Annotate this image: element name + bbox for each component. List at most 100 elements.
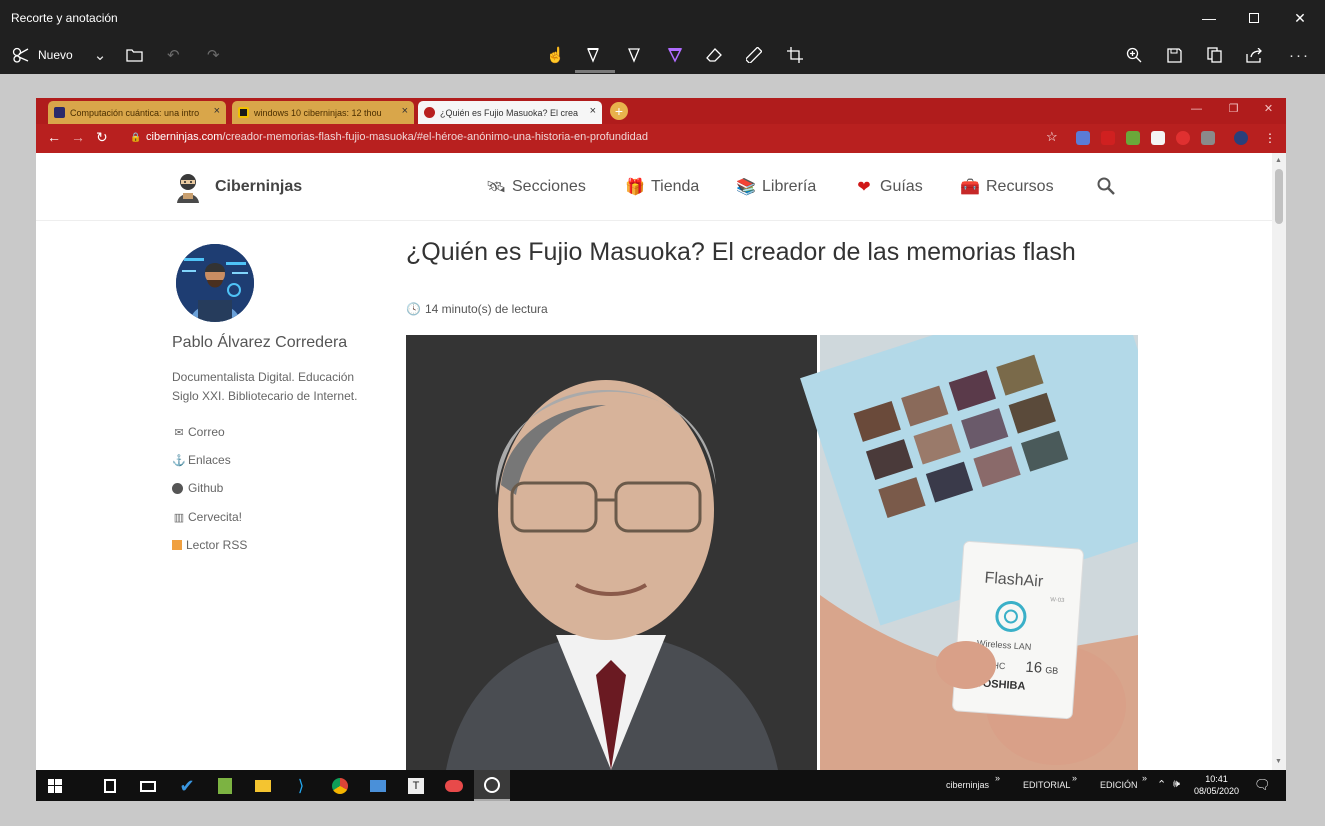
new-tab-button[interactable]: + — [610, 102, 628, 120]
undo-icon: ↶ — [167, 47, 180, 64]
browser-tab[interactable]: Computación cuántica: una intro × — [48, 101, 226, 124]
taskbar-clock[interactable]: 10:41 08/05/2020 — [1194, 773, 1239, 797]
taskbar-app-chrome[interactable] — [328, 774, 352, 798]
undo-button[interactable]: ↶ — [167, 36, 180, 74]
menu-libreria[interactable]: 📚 Librería — [736, 177, 816, 197]
browser-tab[interactable]: windows 10 ciberninjas: 12 thou × — [232, 101, 414, 124]
heart-icon: ❤ — [857, 179, 871, 196]
show-hidden-icons-icon[interactable]: ⌃ — [1157, 778, 1166, 791]
touch-writing-button[interactable]: ☝ — [546, 36, 565, 74]
chevron-right-icon[interactable]: » — [995, 773, 1000, 783]
zoom-button[interactable] — [1126, 36, 1142, 74]
new-snip-button[interactable]: Nuevo — [12, 36, 73, 74]
taskbar-app-paint[interactable] — [442, 774, 466, 798]
share-button[interactable] — [1246, 36, 1263, 74]
tab-close-icon[interactable]: × — [214, 105, 220, 117]
browser-close-button[interactable]: ✕ — [1251, 98, 1286, 120]
reload-icon[interactable]: ↻ — [96, 129, 108, 146]
maximize-button[interactable] — [1231, 0, 1277, 36]
link-github[interactable]: Github — [172, 481, 223, 495]
extension-icon[interactable] — [1151, 131, 1165, 145]
windows-logo-icon — [48, 779, 62, 793]
extension-icon[interactable] — [1176, 131, 1190, 145]
chevron-down-icon: ⌄ — [93, 47, 107, 64]
new-snip-dropdown[interactable]: ⌄ — [92, 36, 108, 74]
toolbox-icon: 🧰 — [960, 179, 980, 196]
link-enlaces[interactable]: ⚓ Enlaces — [172, 453, 231, 467]
menu-secciones[interactable]: 🛰 Secciones — [486, 177, 586, 197]
taskbar-app-vscode[interactable]: ⟩ — [289, 774, 313, 798]
menu-guias[interactable]: ❤ Guías — [854, 177, 922, 197]
taskbar-app-typora[interactable]: T — [404, 774, 428, 798]
start-button[interactable] — [43, 774, 67, 798]
menu-recursos[interactable]: 🧰 Recursos — [960, 177, 1054, 197]
forward-icon[interactable]: → — [71, 129, 85, 145]
copy-button[interactable] — [1207, 36, 1222, 74]
open-file-button[interactable] — [126, 36, 143, 74]
notifications-icon[interactable]: 🗨 — [1254, 777, 1271, 793]
tray-toolbar-ciberninjas[interactable]: ciberninjas — [946, 780, 989, 790]
link-label: Cervecita! — [188, 510, 243, 524]
link-cervecita[interactable]: ▥ Cervecita! — [172, 510, 242, 524]
extension-icon[interactable] — [1201, 131, 1215, 145]
scrollbar-thumb[interactable] — [1275, 169, 1283, 224]
eraser-button[interactable] — [706, 36, 722, 74]
minimize-button[interactable]: — — [1186, 0, 1232, 36]
read-time-label: 14 minuto(s) de lectura — [424, 302, 548, 316]
menu-label: Recursos — [986, 178, 1054, 195]
taskbar-app-snip-active[interactable] — [474, 770, 510, 801]
save-button[interactable] — [1167, 36, 1182, 74]
ninja-logo-icon[interactable] — [172, 171, 204, 203]
url-field[interactable]: ciberninjas.com/creador-memorias-flash-f… — [146, 131, 648, 143]
browser-menu-icon[interactable]: ⋮ — [1264, 131, 1276, 145]
ruler-button[interactable] — [746, 36, 762, 74]
pencil-icon — [628, 48, 640, 63]
highlighter-button[interactable] — [667, 36, 683, 74]
lock-icon: 🔒 — [130, 132, 142, 142]
tab-close-icon[interactable]: × — [590, 105, 596, 117]
menu-tienda[interactable]: 🎁 Tienda — [625, 177, 699, 197]
tab-strip: Computación cuántica: una intro × window… — [36, 98, 1286, 124]
back-icon[interactable]: ← — [47, 129, 61, 145]
new-snip-label: Nuevo — [38, 48, 73, 62]
link-rss[interactable]: Lector RSS — [172, 538, 247, 552]
extension-icon[interactable] — [1101, 131, 1115, 145]
extension-icon[interactable] — [1126, 131, 1140, 145]
scroll-up-icon[interactable]: ▲ — [1275, 157, 1282, 164]
typora-icon: T — [408, 778, 424, 794]
tray-toolbar-editorial[interactable]: EDITORIAL — [1023, 780, 1070, 790]
tray-toolbar-edicion[interactable]: EDICIÓN — [1100, 780, 1138, 790]
browser-restore-button[interactable]: ❐ — [1216, 98, 1251, 120]
ballpoint-pen-button[interactable] — [586, 36, 600, 74]
tab-close-icon[interactable]: × — [402, 105, 408, 117]
card-model-text: W-03 — [1050, 597, 1065, 604]
redo-button[interactable]: ↷ — [207, 36, 220, 74]
chevron-right-icon[interactable]: » — [1072, 773, 1077, 783]
notes-app-icon — [104, 779, 116, 793]
page-scrollbar[interactable]: ▲ ▼ — [1272, 153, 1286, 770]
volume-icon[interactable]: 🕪 — [1173, 778, 1180, 791]
maximize-icon — [1249, 13, 1259, 23]
taskbar-app-notes[interactable] — [98, 774, 122, 798]
url-path: /creador-memorias-flash-fujio-masuoka/#e… — [222, 131, 648, 143]
search-icon[interactable] — [1097, 177, 1115, 195]
taskbar-app-explorer[interactable] — [251, 774, 275, 798]
taskbar-app-mail[interactable] — [366, 774, 390, 798]
close-button[interactable]: ✕ — [1277, 0, 1323, 36]
scroll-down-icon[interactable]: ▼ — [1275, 758, 1282, 765]
taskbar-app-editor[interactable] — [213, 774, 237, 798]
bookmark-star-icon[interactable]: ☆ — [1046, 129, 1058, 145]
browser-minimize-button[interactable]: — — [1179, 98, 1214, 120]
chevron-right-icon[interactable]: » — [1142, 773, 1147, 783]
link-correo[interactable]: ✉ Correo — [172, 425, 224, 439]
translate-extension-icon[interactable] — [1076, 131, 1090, 145]
taskbar-app-todo[interactable]: ✔ — [175, 774, 199, 798]
profile-avatar[interactable] — [1234, 131, 1248, 145]
pencil-button[interactable] — [627, 36, 641, 74]
crop-button[interactable] — [787, 36, 803, 74]
more-options-button[interactable]: ··· — [1289, 36, 1310, 74]
browser-tab-active[interactable]: ¿Quién es Fujio Masuoka? El crea × — [418, 101, 602, 124]
folder-icon — [126, 48, 143, 62]
site-brand[interactable]: Ciberninjas — [215, 178, 302, 196]
taskbar-app-monitor[interactable] — [136, 774, 160, 798]
